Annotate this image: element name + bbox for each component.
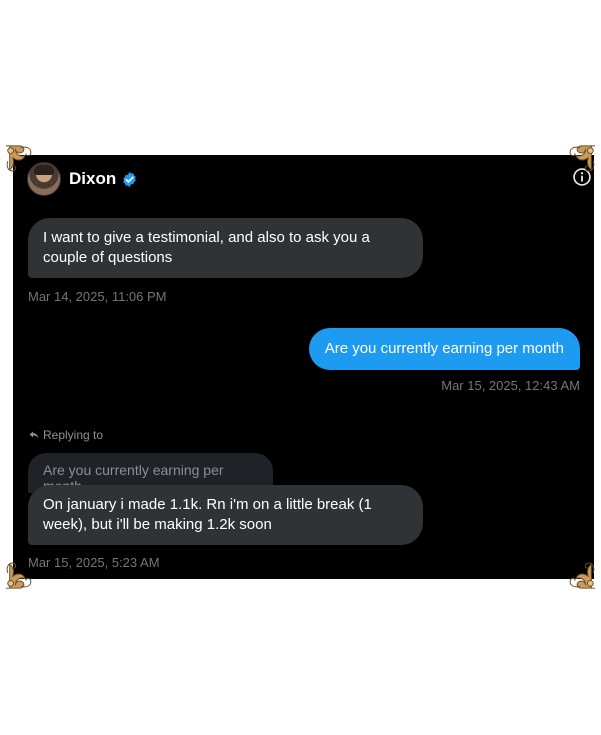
message-text: Are you currently earning per month <box>324 340 564 357</box>
corner-ornament-top-left <box>5 145 32 172</box>
message-text: I want to give a testimonial, and also t… <box>43 229 370 266</box>
verified-badge-icon <box>123 171 136 187</box>
message-timestamp: Mar 14, 2025, 11:06 PM <box>28 289 167 304</box>
reply-arrow-icon <box>29 431 39 439</box>
chat-window: Dixon I want to give a testimonial, and … <box>13 155 594 579</box>
reply-indicator: Replying to <box>28 428 103 442</box>
corner-ornament-bottom-right <box>569 562 596 589</box>
message-bubble-incoming[interactable]: I want to give a testimonial, and also t… <box>28 218 423 278</box>
message-bubble-outgoing[interactable]: Are you currently earning per month <box>308 328 580 370</box>
message-bubble-incoming[interactable]: On january i made 1.1k. Rn i'm on a litt… <box>28 485 423 545</box>
contact-name[interactable]: Dixon <box>69 169 116 189</box>
message-text: On january i made 1.1k. Rn i'm on a litt… <box>43 496 372 533</box>
reply-label: Replying to <box>43 428 104 442</box>
message-timestamp: Mar 15, 2025, 12:43 AM <box>441 378 580 393</box>
corner-ornament-bottom-left <box>5 562 32 589</box>
corner-ornament-top-right <box>569 145 596 172</box>
